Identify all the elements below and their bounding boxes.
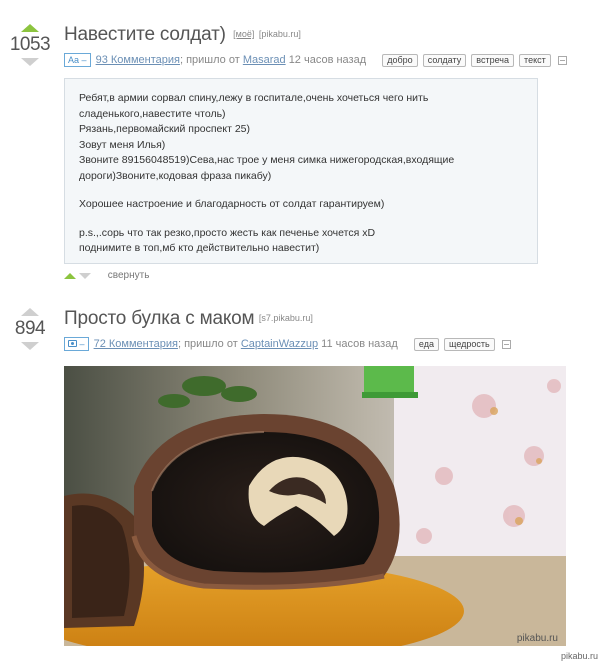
author-link[interactable]: Masarad: [243, 54, 286, 66]
title-row: Навестите солдат) [моё] [pikabu.ru]: [64, 24, 544, 46]
downvote-arrow-icon[interactable]: [79, 272, 91, 279]
post-text-line: Зовут меня Илья): [79, 138, 166, 151]
sent-prefix: ; пришло от: [179, 54, 240, 66]
post-text-line: поднимите в топ,мб кто действительно нав…: [79, 242, 320, 254]
footer-watermark: pikabu.ru: [560, 651, 598, 661]
upvote-arrow-icon[interactable]: [21, 308, 39, 316]
post-text-line: Рязань,первомайский проспект 25): [79, 123, 251, 135]
downvote-arrow-icon[interactable]: [21, 58, 39, 66]
mine-tag[interactable]: [моё]: [233, 29, 254, 39]
comments-link[interactable]: 93 Комментария: [96, 54, 180, 66]
post-rating: 1053: [9, 34, 51, 55]
save-icon[interactable]: [501, 339, 511, 349]
post-rating: 894: [14, 318, 46, 339]
title-row: Просто булка с маком [s7.pikabu.ru]: [64, 308, 544, 330]
post-body: Просто булка с маком [s7.pikabu.ru] – 72…: [64, 308, 544, 352]
save-icon[interactable]: [557, 55, 567, 65]
post-meta: – 72 Комментария; пришло от CaptainWazzu…: [64, 336, 544, 352]
sent-prefix: ; пришло от: [177, 338, 238, 350]
upvote-arrow-icon[interactable]: [21, 24, 39, 32]
post-text-line: Ребят,в армии сорвал спину,лежу в госпит…: [79, 92, 429, 104]
post-text-line: дороги)Звоните,кодовая фраза пикабу): [79, 169, 272, 182]
upvote-arrow-icon[interactable]: [64, 272, 76, 279]
post-actions: свернуть: [64, 270, 149, 281]
collapse-link[interactable]: свернуть: [108, 270, 150, 281]
tag-item[interactable]: солдату: [422, 53, 467, 67]
tag-item[interactable]: щедрость: [444, 337, 495, 351]
post-time: 12 часов назад: [288, 54, 367, 66]
comments-link[interactable]: 72 Комментария: [94, 338, 178, 350]
tag-item[interactable]: встреча: [471, 53, 514, 67]
tag-item[interactable]: еда: [413, 337, 439, 351]
bun-photo: [64, 366, 566, 646]
post-text-line: p.s.,.сорь что так резко,просто жесть ка…: [79, 226, 376, 239]
post-title[interactable]: Навестите солдат): [64, 24, 226, 45]
post-text-line: сладенького,навестите чтоль): [79, 107, 226, 120]
photo-icon: [68, 340, 77, 348]
post-domain: [s7.pikabu.ru]: [258, 313, 313, 323]
downvote-arrow-icon[interactable]: [21, 342, 39, 350]
tag-item[interactable]: добро: [382, 53, 418, 67]
post-domain: [pikabu.ru]: [258, 29, 301, 39]
post-text-line: Звоните 89156048519)Сева,нас трое у меня…: [79, 154, 455, 166]
photo-post-badge: –: [64, 337, 89, 352]
author-link[interactable]: CaptainWazzup: [241, 338, 318, 350]
post-title[interactable]: Просто булка с маком: [64, 308, 255, 329]
post-text-line: Хорошее настроение и благодарность от со…: [79, 198, 385, 210]
vote-block: 894: [8, 308, 52, 350]
tag-item[interactable]: текст: [519, 53, 551, 67]
image-watermark: pikabu.ru: [516, 633, 558, 644]
post-meta: Aa – 93 Комментария; пришло от Masarad 1…: [64, 52, 567, 68]
text-post-icon: Aa –: [64, 53, 91, 68]
post-image[interactable]: pikabu.ru: [64, 366, 566, 646]
vote-block: 1053: [8, 24, 52, 66]
post-time: 11 часов назад: [321, 338, 398, 350]
post-text: Ребят,в армии сорвал спину,лежу в госпит…: [64, 78, 538, 264]
post-body: Навестите солдат) [моё] [pikabu.ru] Aa –…: [64, 24, 567, 68]
